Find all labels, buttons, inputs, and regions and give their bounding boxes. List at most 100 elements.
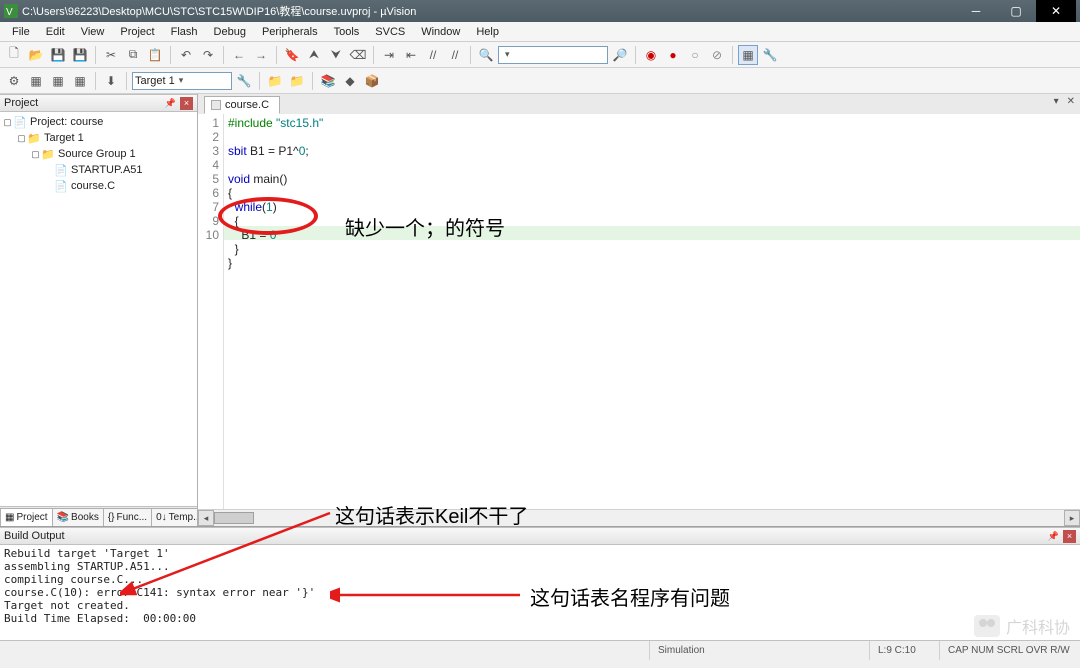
outdent-icon[interactable]: ⇤ [401, 45, 421, 65]
undo-icon[interactable]: ↶ [176, 45, 196, 65]
tab-close-icon[interactable]: ✕ [1064, 96, 1078, 107]
save-all-icon[interactable]: 💾 [70, 45, 90, 65]
scroll-right-icon[interactable]: ▸ [1064, 510, 1080, 526]
panel-close-icon[interactable]: × [1063, 530, 1076, 543]
nav-back-icon[interactable]: ← [229, 45, 249, 65]
project-panel-title: Project [4, 97, 38, 109]
breakpoint-icon[interactable]: ● [663, 45, 683, 65]
breakpoint-disable-icon[interactable]: ○ [685, 45, 705, 65]
scroll-thumb[interactable] [214, 512, 254, 524]
breakpoint-kill-icon[interactable]: ⊘ [707, 45, 727, 65]
panel-close-icon[interactable]: × [180, 97, 193, 110]
debug-icon[interactable]: ◉ [641, 45, 661, 65]
tree-file[interactable]: 📄 STARTUP.A51 [2, 162, 195, 178]
window-layout-icon[interactable]: ▦ [738, 45, 758, 65]
menu-window[interactable]: Window [413, 24, 468, 40]
options-icon[interactable]: 🔧 [234, 71, 254, 91]
menu-edit[interactable]: Edit [38, 24, 73, 40]
window-controls: ─ ▢ ✕ [956, 0, 1076, 22]
bookmark-prev-icon[interactable]: ⮝ [304, 45, 324, 65]
file-tabs: course.C ▾ ✕ [198, 94, 1080, 114]
translate-icon[interactable]: ⚙ [4, 71, 24, 91]
pack-installer-icon[interactable]: 📦 [362, 71, 382, 91]
bookmark-clear-icon[interactable]: ⌫ [348, 45, 368, 65]
ptab-templates[interactable]: 0↓Temp... [151, 508, 197, 526]
minimize-button[interactable]: ─ [956, 0, 996, 22]
bookmark-icon[interactable]: 🔖 [282, 45, 302, 65]
configure-icon[interactable]: 🔧 [760, 45, 780, 65]
menu-svcs[interactable]: SVCS [367, 24, 413, 40]
toolbar-main: 🗋 📂 💾 💾 ✂ ⧉ 📋 ↶ ↷ ← → 🔖 ⮝ ⮟ ⌫ ⇥ ⇤ // // … [0, 42, 1080, 68]
menu-help[interactable]: Help [468, 24, 507, 40]
ptab-books[interactable]: 📚Books [52, 508, 104, 526]
menu-project[interactable]: Project [112, 24, 162, 40]
books-icon[interactable]: 📚 [318, 71, 338, 91]
file-icon: 📄 [54, 179, 68, 193]
editor-area: course.C ▾ ✕ 1234567910 #include "stc15.… [198, 94, 1080, 526]
manage-multi-icon[interactable]: 📁 [287, 71, 307, 91]
maximize-button[interactable]: ▢ [996, 0, 1036, 22]
tree-target[interactable]: ▢ 📁 Target 1 [2, 130, 195, 146]
file-icon: 📄 [54, 163, 68, 177]
editor-hscroll[interactable]: ◂ ▸ [198, 509, 1080, 526]
uncomment-icon[interactable]: // [445, 45, 465, 65]
manage-rtos-icon[interactable]: ◆ [340, 71, 360, 91]
project-tree[interactable]: ▢ 📄 Project: course ▢ 📁 Target 1 ▢ 📁 Sou… [0, 112, 197, 506]
find-in-files-icon[interactable]: 🔎 [610, 45, 630, 65]
menu-flash[interactable]: Flash [163, 24, 206, 40]
comment-icon[interactable]: // [423, 45, 443, 65]
paste-icon[interactable]: 📋 [145, 45, 165, 65]
file-tab-course[interactable]: course.C [204, 96, 280, 114]
gutter: 1234567910 [198, 114, 224, 509]
code-editor[interactable]: 1234567910 #include "stc15.h" sbit B1 = … [198, 114, 1080, 509]
app-icon: V [4, 4, 18, 18]
nav-fwd-icon[interactable]: → [251, 45, 271, 65]
build-output-body[interactable]: Rebuild target 'Target 1' assembling STA… [0, 545, 1080, 640]
pin-icon[interactable]: 📌 [1048, 531, 1059, 542]
find-combo[interactable]: ▾ [498, 46, 608, 64]
project-panel-tabs: ▦Project 📚Books {}Func... 0↓Temp... [0, 506, 197, 526]
tree-file[interactable]: 📄 course.C [2, 178, 195, 194]
window-title: C:\Users\96223\Desktop\MCU\STC\STC15W\DI… [22, 3, 956, 19]
rebuild-icon[interactable]: ▦ [48, 71, 68, 91]
save-icon[interactable]: 💾 [48, 45, 68, 65]
build-output-panel: Build Output 📌 × Rebuild target 'Target … [0, 526, 1080, 640]
bookmark-next-icon[interactable]: ⮟ [326, 45, 346, 65]
indent-icon[interactable]: ⇥ [379, 45, 399, 65]
find-icon[interactable]: 🔍 [476, 45, 496, 65]
build-icon[interactable]: ▦ [26, 71, 46, 91]
target-combo[interactable]: Target 1 ▾ [132, 72, 232, 90]
new-icon[interactable]: 🗋 [4, 45, 24, 65]
project-icon: 📄 [13, 115, 27, 129]
file-icon [211, 100, 221, 110]
menu-tools[interactable]: Tools [326, 24, 368, 40]
watermark: 广科科协 [974, 614, 1070, 638]
main-area: Project 📌 × ▢ 📄 Project: course ▢ 📁 Targ… [0, 94, 1080, 526]
pin-icon[interactable]: 📌 [165, 98, 176, 109]
scroll-left-icon[interactable]: ◂ [198, 510, 214, 526]
statusbar: Simulation L:9 C:10 CAP NUM SCRL OVR R/W [0, 640, 1080, 660]
copy-icon[interactable]: ⧉ [123, 45, 143, 65]
folder-icon: 📁 [27, 131, 41, 145]
wechat-icon [974, 615, 1000, 637]
tree-group[interactable]: ▢ 📁 Source Group 1 [2, 146, 195, 162]
open-icon[interactable]: 📂 [26, 45, 46, 65]
batch-build-icon[interactable]: ▦ [70, 71, 90, 91]
menu-view[interactable]: View [73, 24, 113, 40]
menubar: File Edit View Project Flash Debug Perip… [0, 22, 1080, 42]
svg-text:V: V [6, 7, 13, 18]
menu-file[interactable]: File [4, 24, 38, 40]
menu-debug[interactable]: Debug [206, 24, 254, 40]
redo-icon[interactable]: ↷ [198, 45, 218, 65]
code-lines[interactable]: #include "stc15.h" sbit B1 = P1^0; void … [224, 114, 1080, 509]
ptab-project[interactable]: ▦Project [0, 508, 53, 526]
tab-dropdown-icon[interactable]: ▾ [1051, 96, 1062, 107]
menu-peripherals[interactable]: Peripherals [254, 24, 326, 40]
cut-icon[interactable]: ✂ [101, 45, 121, 65]
close-button[interactable]: ✕ [1036, 0, 1076, 22]
download-icon[interactable]: ⬇ [101, 71, 121, 91]
target-combo-value: Target 1 [135, 75, 175, 87]
ptab-functions[interactable]: {}Func... [103, 508, 152, 526]
tree-root[interactable]: ▢ 📄 Project: course [2, 114, 195, 130]
manage-icon[interactable]: 📁 [265, 71, 285, 91]
